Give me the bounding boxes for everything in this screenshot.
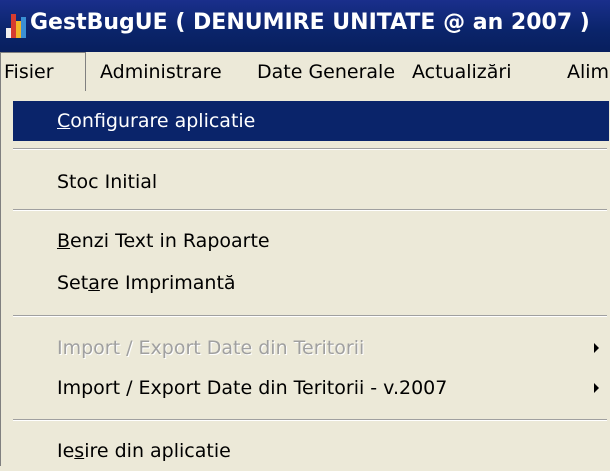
menu-item-benzi-text[interactable]: Benzi Text in Rapoarte <box>13 221 609 261</box>
menu-date-generale[interactable]: Date Generale <box>257 52 395 92</box>
menu-item-accelerator: a <box>88 272 100 294</box>
menu-actualizari[interactable]: Actualizări <box>412 52 512 92</box>
menu-item-label: enzi Text in Rapoarte <box>70 230 270 252</box>
triangle-right-icon <box>594 383 599 393</box>
menu-item-import-export-disabled: Import / Export Date din Teritorii <box>13 328 609 368</box>
fisier-dropdown-menu: Configurare aplicatie Stoc Initial Benzi… <box>0 91 610 466</box>
menu-item-label: Set <box>57 272 89 294</box>
menu-item-import-export-v2007[interactable]: Import / Export Date din Teritorii - v.2… <box>13 368 609 408</box>
window-title: GestBugUE ( DENUMIRE UNITATE @ an 2007 ) <box>30 10 590 35</box>
menu-alim[interactable]: Alim <box>567 52 609 92</box>
menu-item-accelerator: s <box>74 440 85 462</box>
menu-item-label: Import / Export Date din Teritorii <box>57 337 365 359</box>
menu-item-label: Ie <box>57 440 75 462</box>
menu-bar: Fisier Administrare Date Generale Actual… <box>0 52 610 93</box>
menu-item-stoc-initial[interactable]: Stoc Initial <box>13 162 609 202</box>
menu-separator <box>13 148 607 150</box>
menu-item-label: Stoc Initial <box>57 171 158 193</box>
menu-item-accelerator: B <box>57 230 71 252</box>
menu-fisier[interactable]: Fisier <box>0 52 86 91</box>
bar-chart-icon[interactable] <box>6 14 26 38</box>
menu-item-configurare-aplicatie[interactable]: Configurare aplicatie <box>13 101 609 141</box>
menu-item-accelerator: C <box>57 110 71 132</box>
menu-item-label: Import / Export Date din Teritorii - v.2… <box>57 377 448 399</box>
triangle-right-icon <box>594 343 599 353</box>
menu-separator <box>13 419 607 421</box>
menu-item-label: onfigurare aplicatie <box>70 110 256 132</box>
menu-separator <box>13 209 607 211</box>
menu-separator <box>13 315 607 317</box>
menu-item-iesire-din-aplicatie[interactable]: Iesire din aplicatie <box>13 431 609 471</box>
menu-item-label: ire din aplicatie <box>84 440 231 462</box>
menu-administrare[interactable]: Administrare <box>100 52 222 92</box>
title-bar[interactable]: GestBugUE ( DENUMIRE UNITATE @ an 2007 ) <box>0 0 610 52</box>
menu-item-label: re Imprimantă <box>99 272 236 294</box>
menu-item-setare-imprimanta[interactable]: Setare Imprimantă <box>13 263 609 303</box>
